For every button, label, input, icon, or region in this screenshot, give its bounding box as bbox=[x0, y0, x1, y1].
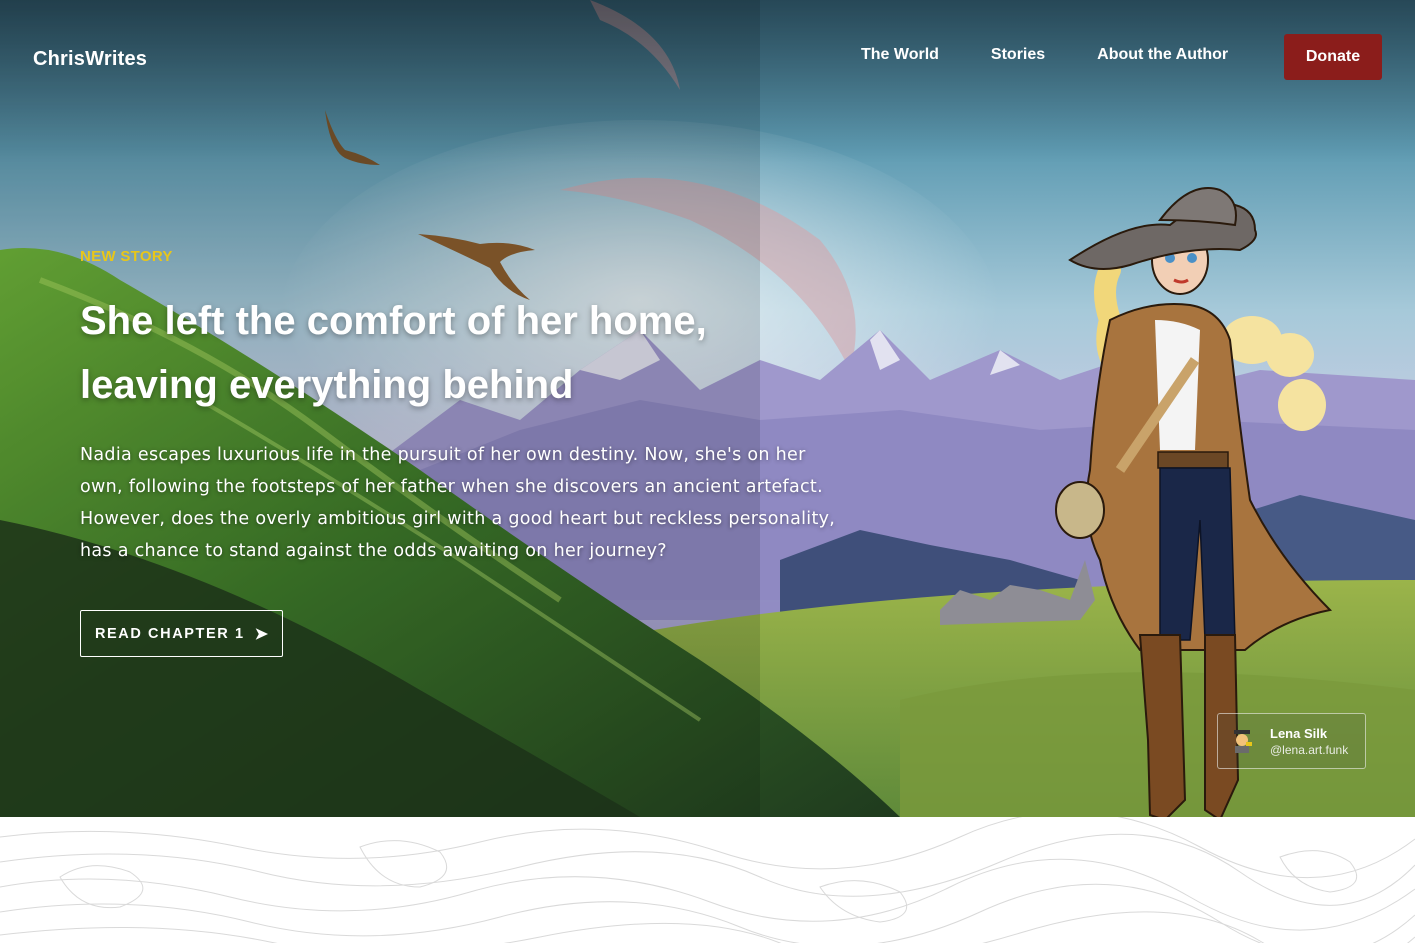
page: ChrisWrites The World Stories About the … bbox=[0, 0, 1415, 943]
artist-emoji-icon bbox=[1228, 727, 1256, 755]
artist-name: Lena Silk bbox=[1270, 725, 1328, 741]
top-navigation: ChrisWrites The World Stories About the … bbox=[0, 0, 1415, 110]
hero-description: Nadia escapes luxurious life in the purs… bbox=[80, 445, 836, 561]
arrow-right-icon: ➤ bbox=[254, 625, 269, 643]
topographic-pattern bbox=[0, 811, 1415, 943]
artist-credit-card[interactable]: Lena Silk @lena.art.funk bbox=[1217, 713, 1366, 769]
brand-logo[interactable]: ChrisWrites bbox=[33, 48, 147, 71]
nav-link-the-world[interactable]: The World bbox=[861, 46, 939, 64]
hero-headline: She left the comfort of her home, leavin… bbox=[80, 299, 707, 407]
artist-handle: @lena.art.funk bbox=[1270, 742, 1349, 757]
artist-credit-text: Lena Silk @lena.art.funk bbox=[1270, 726, 1348, 757]
read-chapter-button[interactable]: READ CHAPTER 1 ➤ bbox=[80, 610, 283, 657]
nav-links: The World Stories About the Author bbox=[809, 46, 1228, 64]
read-chapter-label: READ CHAPTER 1 bbox=[94, 625, 245, 642]
hero-content: NEW STORY She left the comfort of her ho… bbox=[80, 248, 840, 567]
new-story-label: NEW STORY bbox=[80, 248, 173, 265]
nav-link-about-the-author[interactable]: About the Author bbox=[1097, 46, 1228, 64]
nav-link-stories[interactable]: Stories bbox=[991, 46, 1045, 64]
donate-button[interactable]: Donate bbox=[1284, 34, 1382, 80]
